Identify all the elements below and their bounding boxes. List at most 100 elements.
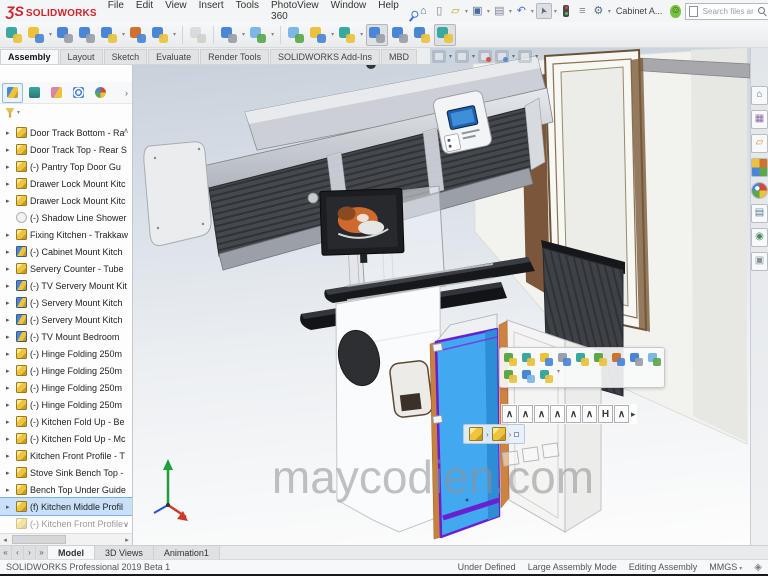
- reference-geometry-icon[interactable]: [248, 25, 268, 45]
- open-icon[interactable]: ▱: [448, 4, 463, 19]
- dropdown-caret[interactable]: ▾: [49, 31, 52, 38]
- part-icon[interactable]: [492, 427, 506, 441]
- tree-item[interactable]: ▸(-) Hinge Folding 250m: [0, 396, 132, 413]
- menu-help[interactable]: Help: [375, 0, 402, 24]
- concentric-mate-icon[interactable]: ∧: [566, 405, 581, 423]
- scroll-up-icon[interactable]: ∧: [123, 126, 129, 135]
- tab-mbd[interactable]: MBD: [381, 49, 417, 64]
- status-tag-icon[interactable]: ◈: [754, 562, 762, 573]
- insert-components-icon[interactable]: [538, 351, 554, 367]
- dropdown-caret[interactable]: ▾: [242, 31, 245, 38]
- expand-arrow-icon[interactable]: ▸: [6, 180, 13, 188]
- distance-mate-icon[interactable]: H: [598, 405, 613, 423]
- tree-item[interactable]: ▸(-) TV Servery Mount Kit: [0, 277, 132, 294]
- expand-arrow-icon[interactable]: ▸: [6, 282, 13, 290]
- dropdown-caret[interactable]: ▾: [487, 8, 490, 15]
- tree-item[interactable]: ▸Fixing Kitchen - Trakkaw: [0, 226, 132, 243]
- perpendicular-mate-icon[interactable]: ∧: [534, 405, 549, 423]
- dropdown-caret[interactable]: ▾: [509, 8, 512, 15]
- dimxpertmanager-tab[interactable]: [68, 83, 89, 103]
- rebuild-icon[interactable]: [559, 4, 574, 19]
- tree-item[interactable]: ▸Door Track Top - Rear S: [0, 141, 132, 158]
- tree-item[interactable]: ▸Drawer Lock Mount Kitc: [0, 175, 132, 192]
- hide-component-icon[interactable]: [592, 351, 608, 367]
- mate-icon[interactable]: [55, 25, 75, 45]
- mate-popup-expand-icon[interactable]: ▸: [631, 409, 636, 420]
- select-arrow-icon[interactable]: ➤: [536, 3, 552, 19]
- edit-component-icon[interactable]: [4, 25, 24, 45]
- angle-mate-icon[interactable]: ∧: [614, 405, 629, 423]
- mate-icon[interactable]: [628, 351, 644, 367]
- dropdown-caret[interactable]: ▾: [531, 8, 534, 15]
- insert-components-icon[interactable]: [26, 25, 46, 45]
- custom-properties-icon[interactable]: ▤: [751, 204, 768, 223]
- tree-item[interactable]: ▸(-) Hinge Folding 250m: [0, 345, 132, 362]
- scroll-left-icon[interactable]: ◂: [0, 536, 10, 544]
- menu-window[interactable]: Window: [328, 0, 370, 24]
- tree-item[interactable]: ▸(-) Kitchen Fold Up - Be: [0, 413, 132, 430]
- expand-arrow-icon[interactable]: ▸: [6, 350, 13, 358]
- home-icon[interactable]: ⌂: [416, 4, 431, 19]
- view-palette-icon[interactable]: [751, 158, 768, 177]
- model-bench-body[interactable]: [333, 286, 441, 532]
- tab-solidworks-add-ins[interactable]: SOLIDWORKS Add-Ins: [270, 49, 380, 64]
- displaymanager-tab[interactable]: [90, 83, 111, 103]
- pin-menu-icon[interactable]: [407, 8, 413, 15]
- tree-item[interactable]: ▸Bench Top Under Guide: [0, 481, 132, 498]
- prev-tab-nav-icon[interactable]: ‹: [12, 546, 24, 559]
- menu-edit[interactable]: Edit: [133, 0, 156, 24]
- pack-and-go-icon[interactable]: ▣: [751, 252, 768, 271]
- dropdown-caret[interactable]: ▾: [472, 53, 475, 60]
- file-properties-icon[interactable]: ≡: [575, 4, 590, 19]
- expand-arrow-icon[interactable]: ▸: [6, 384, 13, 392]
- filter-icon[interactable]: [5, 108, 15, 118]
- tree-item[interactable]: ▸(-) Hinge Folding 250m: [0, 362, 132, 379]
- tree-item[interactable]: ▸(-) Pantry Top Door Gu: [0, 158, 132, 175]
- featuremanager-tab[interactable]: [2, 83, 23, 103]
- expand-arrow-icon[interactable]: ▸: [6, 435, 13, 443]
- panel-expand-icon[interactable]: ›: [125, 88, 130, 98]
- search-box[interactable]: ▾: [685, 3, 768, 20]
- move-component-icon[interactable]: [150, 25, 170, 45]
- exploded-view-icon[interactable]: [337, 25, 357, 45]
- edit-part-icon[interactable]: [502, 351, 518, 367]
- solidworks-forum-icon[interactable]: ◉: [751, 228, 768, 247]
- tree-filter-row[interactable]: ▾: [0, 104, 132, 121]
- first-tab-nav-icon[interactable]: «: [0, 546, 12, 559]
- more-options-caret[interactable]: ▾: [557, 368, 560, 384]
- units-selector[interactable]: MMGS▾: [709, 562, 742, 572]
- tree-item[interactable]: ▸(-) Servery Mount Kitch: [0, 294, 132, 311]
- expand-arrow-icon[interactable]: ▸: [6, 503, 13, 511]
- expand-arrow-icon[interactable]: ▸: [6, 333, 13, 341]
- show-hidden-components-icon[interactable]: [188, 25, 208, 45]
- expand-arrow-icon[interactable]: ▸: [6, 265, 13, 273]
- tree-item[interactable]: ▸(f) Kitchen Middle Profil: [0, 498, 132, 515]
- dropdown-caret[interactable]: ▾: [173, 31, 176, 38]
- take-snapshot-icon[interactable]: [390, 25, 410, 45]
- save-icon[interactable]: ▣: [470, 4, 485, 19]
- units-caret[interactable]: ▾: [739, 566, 742, 572]
- menu-tools[interactable]: Tools: [233, 0, 262, 24]
- tree-item[interactable]: ▸Stove Sink Bench Top -: [0, 464, 132, 481]
- menu-file[interactable]: File: [105, 0, 127, 24]
- part-icon[interactable]: [469, 427, 483, 441]
- open-part-icon[interactable]: [520, 351, 536, 367]
- component-preview-icon[interactable]: [77, 25, 97, 45]
- expand-arrow-icon[interactable]: ▸: [6, 163, 13, 171]
- doc-tab-animation1[interactable]: Animation1: [154, 546, 220, 559]
- menu-photoview-360[interactable]: PhotoView 360: [268, 0, 322, 24]
- linear-component-pattern-icon[interactable]: [99, 25, 119, 45]
- coincident-mate-icon[interactable]: ∧: [502, 405, 517, 423]
- model-tv-monitor[interactable]: [320, 189, 404, 265]
- edit-appearance-icon[interactable]: [478, 50, 492, 63]
- new-document-icon[interactable]: ▯: [432, 4, 447, 19]
- search-input[interactable]: [701, 6, 755, 17]
- dropdown-caret[interactable]: ▾: [122, 31, 125, 38]
- expand-arrow-icon[interactable]: ▸: [6, 146, 13, 154]
- next-tab-nav-icon[interactable]: ›: [24, 546, 36, 559]
- dropdown-caret[interactable]: ▾: [554, 8, 557, 15]
- tree-item[interactable]: ▸(-) Cabinet Mount Kitch: [0, 243, 132, 260]
- expand-arrow-icon[interactable]: ▸: [6, 231, 13, 239]
- tree-item[interactable]: ▸(-) Servery Mount Kitch: [0, 311, 132, 328]
- tree-item[interactable]: ▸Kitchen Front Profile - T: [0, 447, 132, 464]
